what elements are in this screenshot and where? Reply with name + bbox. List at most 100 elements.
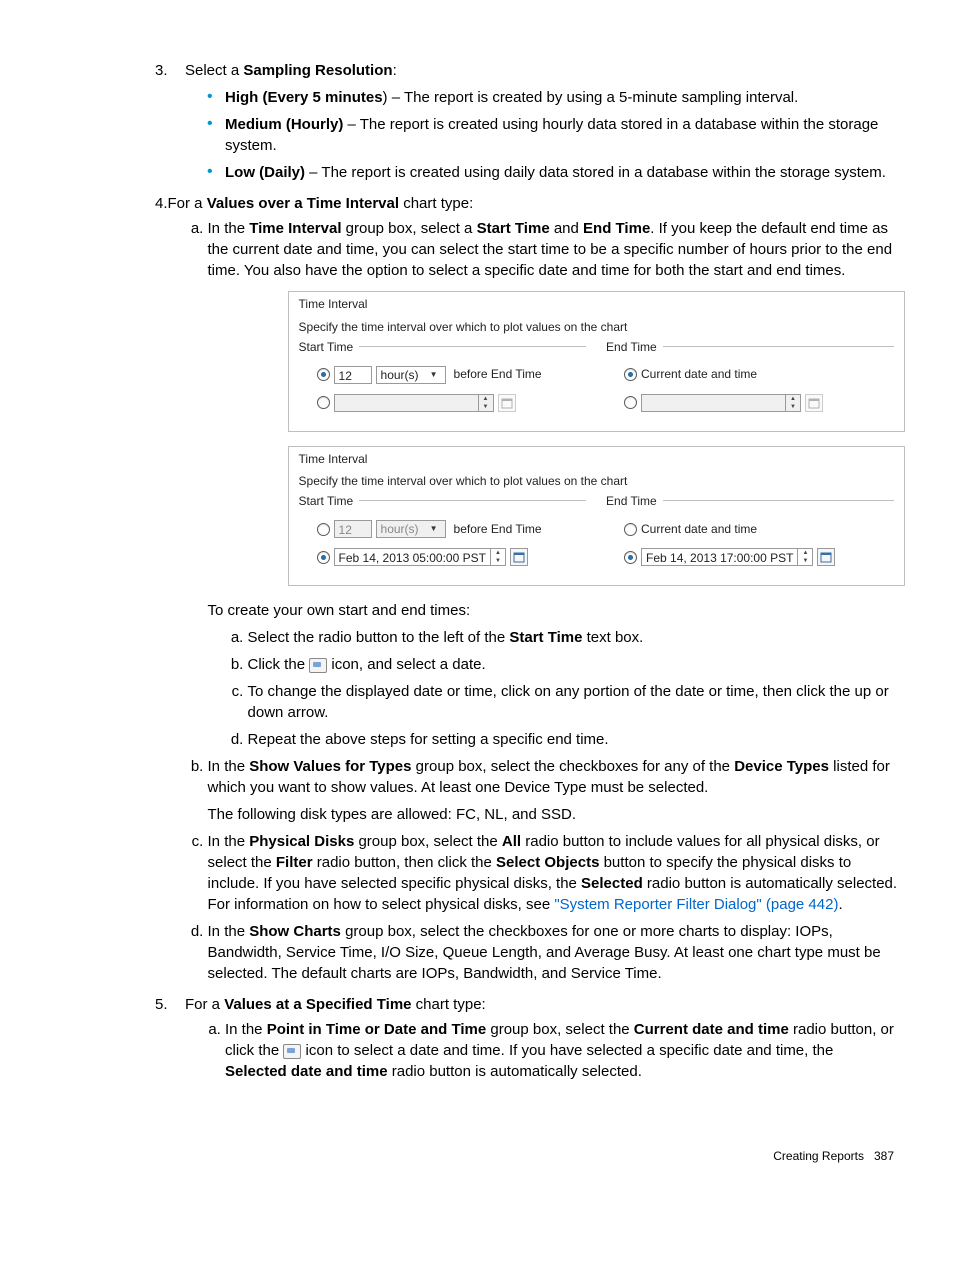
- start-datetime-spinner[interactable]: Feb 14, 2013 05:00:00 PST▲▼: [334, 548, 506, 566]
- calendar-icon[interactable]: [805, 394, 823, 412]
- end-time-legend: End Time: [606, 493, 663, 510]
- list-item: To change the displayed date or time, cl…: [248, 681, 905, 723]
- text: icon to select a date and time. If you h…: [301, 1042, 833, 1059]
- before-label: before End Time: [450, 521, 542, 538]
- text-bold: Low (Daily): [225, 164, 305, 181]
- page-footer: Creating Reports 387: [155, 1148, 894, 1165]
- text-bold: Values at a Specified Time: [224, 996, 411, 1013]
- list-item: Repeat the above steps for setting a spe…: [248, 729, 905, 750]
- text: :: [393, 62, 397, 79]
- text: – The report is created using daily data…: [305, 164, 886, 181]
- list-item: In the Physical Disks group box, select …: [208, 831, 905, 915]
- start-time-legend: Start Time: [299, 339, 360, 356]
- calendar-icon[interactable]: [817, 548, 835, 566]
- start-specific-radio[interactable]: [317, 551, 330, 564]
- text: chart type:: [412, 996, 486, 1013]
- unit-label: hour(s): [377, 520, 423, 538]
- unit-select[interactable]: hour(s)▼: [376, 520, 446, 538]
- chevron-down-icon: ▼: [423, 366, 445, 384]
- text: Select the radio button to the left of t…: [248, 629, 510, 646]
- text: To create your own start and end times:: [208, 600, 905, 621]
- text-bold: Time Interval: [249, 220, 341, 237]
- calendar-icon[interactable]: [510, 548, 528, 566]
- text: ) – The report is created by using a 5-m…: [383, 89, 799, 106]
- list-marker: 4.: [155, 193, 168, 990]
- bullet-item: Low (Daily) – The report is created usin…: [225, 162, 894, 183]
- text: radio button, then click the: [313, 854, 496, 871]
- text: Click the: [248, 656, 310, 673]
- list-item: In the Show Values for Types group box, …: [208, 756, 905, 825]
- text: .: [838, 896, 842, 913]
- text: In the: [225, 1021, 267, 1038]
- time-interval-panel-2: Time Interval Specify the time interval …: [288, 446, 905, 587]
- text: group box, select the: [354, 833, 502, 850]
- start-time-legend: Start Time: [299, 493, 360, 510]
- start-relative-radio[interactable]: [317, 368, 330, 381]
- panel-desc: Specify the time interval over which to …: [289, 315, 904, 346]
- panel-desc: Specify the time interval over which to …: [289, 469, 904, 500]
- text-bold: Medium (Hourly): [225, 116, 343, 133]
- start-specific-radio[interactable]: [317, 396, 330, 409]
- end-specific-radio[interactable]: [624, 396, 637, 409]
- end-datetime-spinner[interactable]: Feb 14, 2013 17:00:00 PST▲▼: [641, 548, 813, 566]
- time-interval-panel-1: Time Interval Specify the time interval …: [288, 291, 905, 432]
- text-bold: End Time: [583, 220, 650, 237]
- text: For a: [168, 195, 207, 212]
- list-item: In the Show Charts group box, select the…: [208, 921, 905, 984]
- text-bold: All: [502, 833, 521, 850]
- hours-input[interactable]: 12: [334, 520, 372, 538]
- text: The following disk types are allowed: FC…: [208, 804, 905, 825]
- current-label: Current date and time: [641, 521, 757, 538]
- text-bold: Sampling Resolution: [243, 62, 392, 79]
- text: In the: [208, 220, 250, 237]
- text-bold: Selected date and time: [225, 1063, 388, 1080]
- unit-select[interactable]: hour(s)▼: [376, 366, 446, 384]
- text-bold: Show Charts: [249, 923, 341, 940]
- current-label: Current date and time: [641, 366, 757, 383]
- end-specific-radio[interactable]: [624, 551, 637, 564]
- panel-title: Time Interval: [289, 296, 904, 315]
- end-datetime-spinner[interactable]: ▲▼: [641, 394, 801, 412]
- text: chart type:: [399, 195, 473, 212]
- list-marker: 3.: [155, 60, 185, 189]
- text: and: [550, 220, 583, 237]
- list-item: In the Point in Time or Date and Time gr…: [225, 1019, 894, 1082]
- end-datetime-value: Feb 14, 2013 17:00:00 PST: [642, 549, 797, 565]
- calendar-icon: [309, 658, 327, 673]
- list-item: In the Time Interval group box, select a…: [208, 218, 905, 750]
- text-bold: Current date and time: [634, 1021, 789, 1038]
- text-bold: Select Objects: [496, 854, 604, 871]
- calendar-icon[interactable]: [498, 394, 516, 412]
- bullet-item: Medium (Hourly) – The report is created …: [225, 114, 894, 156]
- before-label: before End Time: [450, 366, 542, 383]
- end-current-radio[interactable]: [624, 523, 637, 536]
- text: radio button is automatically selected.: [388, 1063, 642, 1080]
- hours-input[interactable]: 12: [334, 366, 372, 384]
- text: In the: [208, 833, 250, 850]
- text: icon, and select a date.: [327, 656, 485, 673]
- start-relative-radio[interactable]: [317, 523, 330, 536]
- list-marker: 5.: [155, 994, 185, 1088]
- end-current-radio[interactable]: [624, 368, 637, 381]
- text: group box, select the checkboxes for any…: [412, 758, 735, 775]
- text-bold: Start Time: [477, 220, 550, 237]
- footer-page: 387: [874, 1149, 894, 1163]
- list-item: Select the radio button to the left of t…: [248, 627, 905, 648]
- text: In the: [208, 758, 250, 775]
- unit-label: hour(s): [377, 366, 423, 384]
- start-datetime-spinner[interactable]: ▲▼: [334, 394, 494, 412]
- text-bold: High (Every 5 minutes: [225, 89, 383, 106]
- panel-title: Time Interval: [289, 451, 904, 470]
- start-datetime-value: Feb 14, 2013 05:00:00 PST: [335, 549, 490, 565]
- text: text box.: [582, 629, 643, 646]
- list-item: Click the icon, and select a date.: [248, 654, 905, 675]
- calendar-icon: [283, 1044, 301, 1059]
- text-bold: Device Types: [734, 758, 829, 775]
- text-bold: Selected: [581, 875, 643, 892]
- text-bold: Point in Time or Date and Time: [267, 1021, 487, 1038]
- text: Select a: [185, 62, 243, 79]
- end-time-legend: End Time: [606, 339, 663, 356]
- text-bold: Start Time: [509, 629, 582, 646]
- text-bold: Physical Disks: [249, 833, 354, 850]
- filter-dialog-link[interactable]: "System Reporter Filter Dialog" (page 44…: [554, 896, 838, 913]
